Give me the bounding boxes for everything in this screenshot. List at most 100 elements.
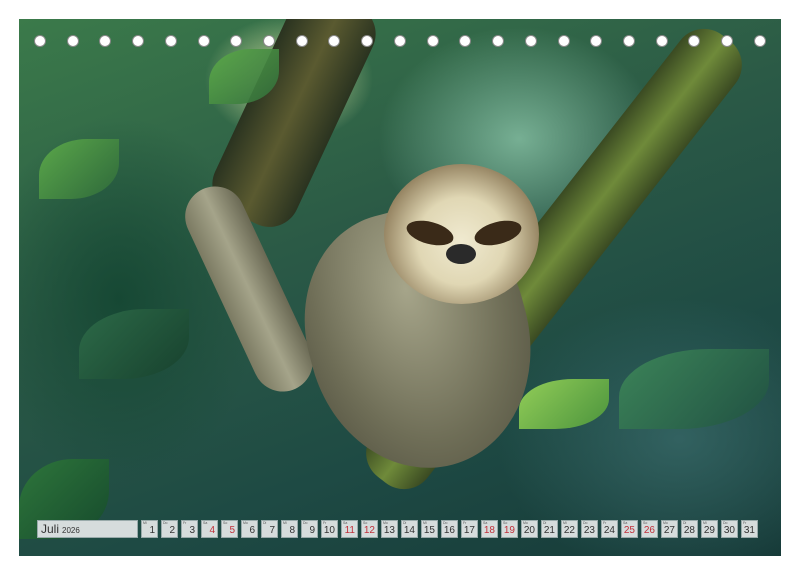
calendar-day: Mi1: [141, 520, 158, 538]
day-number: 22: [564, 525, 575, 536]
day-number: 26: [644, 525, 655, 536]
calendar-day: So19: [501, 520, 518, 538]
day-number: 30: [724, 525, 735, 536]
weekday-label: Mi: [283, 521, 287, 525]
month-name: Juli: [41, 521, 59, 538]
weekday-label: Fr: [183, 521, 186, 525]
binding-hole: [132, 35, 144, 47]
leaf: [79, 309, 189, 379]
day-number: 4: [209, 525, 215, 536]
binding-hole: [688, 35, 700, 47]
binding-hole: [230, 35, 242, 47]
calendar-day: Mi29: [701, 520, 718, 538]
day-number: 18: [484, 525, 495, 536]
day-number: 31: [744, 525, 755, 536]
calendar-day: Di14: [401, 520, 418, 538]
binding-hole: [721, 35, 733, 47]
day-number: 3: [189, 525, 195, 536]
binding-hole: [99, 35, 111, 47]
day-number: 29: [704, 525, 715, 536]
eye-patch: [472, 216, 524, 250]
binding-hole: [427, 35, 439, 47]
calendar-day: Mo27: [661, 520, 678, 538]
calendar-day: Mo6: [241, 520, 258, 538]
calendar-day: Do2: [161, 520, 178, 538]
binding-holes: [34, 35, 766, 49]
calendar-day: Mo13: [381, 520, 398, 538]
weekday-label: Do: [303, 521, 307, 525]
calendar-day: Fr3: [181, 520, 198, 538]
binding-hole: [459, 35, 471, 47]
binding-hole: [394, 35, 406, 47]
calendar-day: Di28: [681, 520, 698, 538]
day-number: 1: [149, 525, 155, 536]
weekday-label: Sa: [203, 521, 207, 525]
binding-hole: [296, 35, 308, 47]
day-number: 23: [584, 525, 595, 536]
eye-patch: [404, 216, 456, 250]
calendar-day: So12: [361, 520, 378, 538]
calendar-day: Fr24: [601, 520, 618, 538]
nose: [446, 244, 476, 264]
calendar-day: So26: [641, 520, 658, 538]
day-number: 5: [229, 525, 235, 536]
year: 2026: [62, 526, 80, 535]
day-number: 7: [269, 525, 275, 536]
leaf: [39, 139, 119, 199]
sloth-photo: [19, 19, 781, 556]
calendar-day: Do30: [721, 520, 738, 538]
calendar-day: Sa18: [481, 520, 498, 538]
binding-hole: [656, 35, 668, 47]
weekday-label: Mo: [243, 521, 248, 525]
binding-hole: [623, 35, 635, 47]
calendar-day: Do23: [581, 520, 598, 538]
calendar-day: Di21: [541, 520, 558, 538]
day-number: 17: [464, 525, 475, 536]
calendar-day: So5: [221, 520, 238, 538]
day-number: 28: [684, 525, 695, 536]
binding-hole: [198, 35, 210, 47]
binding-hole: [67, 35, 79, 47]
day-number: 2: [169, 525, 175, 536]
day-number: 10: [324, 525, 335, 536]
binding-hole: [361, 35, 373, 47]
calendar-day: Mo20: [521, 520, 538, 538]
day-number: 6: [249, 525, 255, 536]
day-number: 25: [624, 525, 635, 536]
binding-hole: [34, 35, 46, 47]
day-number: 27: [664, 525, 675, 536]
binding-hole: [754, 35, 766, 47]
calendar-strip: Juli 2026 Mi1Do2Fr3Sa4So5Mo6Di7Mi8Do9Fr1…: [37, 520, 758, 538]
day-number: 12: [364, 525, 375, 536]
binding-hole: [263, 35, 275, 47]
binding-hole: [328, 35, 340, 47]
calendar-day: Di7: [261, 520, 278, 538]
calendar-day: Fr17: [461, 520, 478, 538]
calendar-day: Fr31: [741, 520, 758, 538]
day-number: 13: [384, 525, 395, 536]
calendar-day: Do16: [441, 520, 458, 538]
binding-hole: [558, 35, 570, 47]
day-number: 16: [444, 525, 455, 536]
binding-hole: [590, 35, 602, 47]
leaf: [519, 379, 609, 429]
calendar-day: Sa11: [341, 520, 358, 538]
binding-hole: [165, 35, 177, 47]
sloth-head: [384, 164, 539, 304]
calendar-day: Sa25: [621, 520, 638, 538]
day-number: 19: [504, 525, 515, 536]
month-label: Juli 2026: [37, 520, 138, 538]
day-number: 21: [544, 525, 555, 536]
calendar-day: Mi8: [281, 520, 298, 538]
weekday-label: Di: [263, 521, 266, 525]
binding-hole: [492, 35, 504, 47]
calendar-day: Mi22: [561, 520, 578, 538]
day-number: 20: [524, 525, 535, 536]
day-number: 24: [604, 525, 615, 536]
day-number: 8: [289, 525, 295, 536]
day-number: 14: [404, 525, 415, 536]
weekday-label: So: [223, 521, 227, 525]
day-number: 15: [424, 525, 435, 536]
calendar-day: Fr10: [321, 520, 338, 538]
day-number: 9: [309, 525, 315, 536]
